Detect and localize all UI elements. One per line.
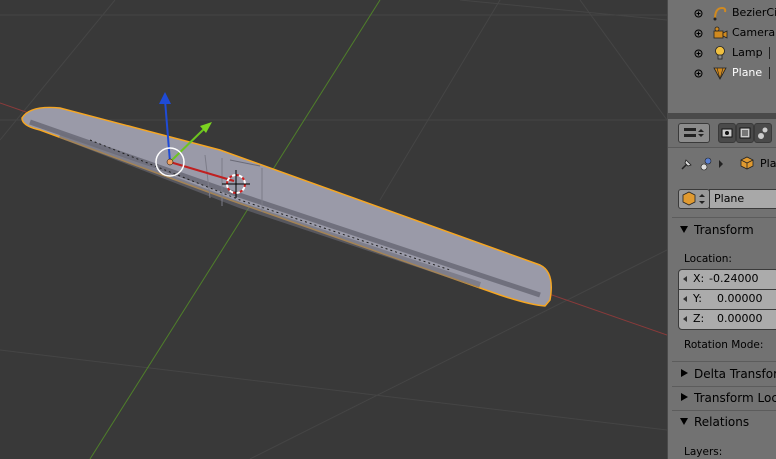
outliner-item-label: Camera: [732, 26, 776, 39]
scene-tab-button[interactable]: [754, 123, 772, 143]
location-y-label: Y:: [693, 292, 702, 305]
decrement-arrow-icon[interactable]: [683, 276, 687, 282]
curve-icon: [713, 6, 727, 21]
render-icon: [721, 128, 733, 138]
transform-panel-title: Transform: [694, 223, 754, 237]
location-z-label: Z:: [693, 312, 705, 325]
scene-icon: [758, 127, 768, 139]
relations-panel-header[interactable]: Relations: [672, 411, 776, 433]
object-name-value: Plane: [714, 192, 745, 205]
outliner-item-beziercircle[interactable]: BezierCir: [668, 3, 776, 23]
layers-label: Layers:: [684, 446, 723, 458]
object-icon: [740, 156, 754, 170]
pin-icon[interactable]: [680, 157, 694, 171]
breadcrumb-arrow-icon: [719, 160, 723, 168]
location-z-value: 0.00000: [717, 312, 763, 325]
panel-separator: [672, 361, 776, 362]
mesh-icon: [713, 67, 727, 80]
outliner-panel[interactable]: BezierCir Camera Lamp Plane: [667, 0, 776, 113]
object-name-field[interactable]: Plane: [709, 189, 776, 209]
properties-header: [668, 119, 776, 148]
relations-title: Relations: [694, 415, 750, 429]
viewport-canvas[interactable]: [0, 0, 667, 459]
location-label: Location:: [684, 253, 732, 265]
editor-type-button[interactable]: [678, 123, 710, 143]
object-origin: [166, 158, 174, 166]
3d-viewport[interactable]: [0, 0, 667, 459]
outliner-item-label: Plane: [732, 66, 763, 79]
delta-transform-panel-header[interactable]: Delta Transform: [672, 363, 776, 385]
right-region: BezierCir Camera Lamp Plane: [667, 0, 776, 459]
camera-icon: [713, 26, 728, 39]
outliner-item-lamp[interactable]: Lamp: [668, 43, 776, 63]
expanded-triangle-icon: [680, 226, 688, 233]
render-layers-tab-button[interactable]: [736, 123, 754, 143]
properties-editor[interactable]: Pla Plane Transform Location: X: -0.2400…: [667, 119, 776, 459]
object-browse-button[interactable]: [678, 189, 710, 209]
panel-separator: [672, 217, 776, 218]
location-z-field[interactable]: Z: 0.00000: [678, 309, 776, 330]
expand-icon[interactable]: [694, 29, 703, 38]
editor-type-icon: [684, 128, 704, 137]
restrict-divider: [769, 47, 770, 59]
expand-icon[interactable]: [694, 49, 703, 58]
expand-icon[interactable]: [694, 69, 703, 78]
rotation-mode-label: Rotation Mode:: [684, 339, 764, 351]
location-y-value: 0.00000: [717, 292, 763, 305]
object-icon: [682, 191, 705, 206]
lamp-icon: [715, 46, 725, 60]
decrement-arrow-icon[interactable]: [683, 296, 687, 302]
collapsed-triangle-icon: [681, 369, 688, 377]
render-tab-button[interactable]: [718, 123, 736, 143]
render-layers-icon: [739, 127, 751, 139]
transform-locks-title: Transform Locks: [694, 391, 776, 405]
outliner-item-plane[interactable]: Plane: [668, 63, 776, 83]
delta-transform-title: Delta Transform: [694, 367, 776, 381]
outliner-item-camera[interactable]: Camera: [668, 23, 776, 43]
breadcrumb-object-label: Pla: [760, 157, 776, 170]
outliner-item-label: Lamp: [732, 46, 763, 59]
transform-panel-header[interactable]: Transform: [672, 219, 776, 241]
decrement-arrow-icon[interactable]: [683, 316, 687, 322]
collapsed-triangle-icon: [681, 393, 688, 401]
location-x-value: -0.24000: [709, 272, 759, 285]
location-x-field[interactable]: X: -0.24000: [678, 269, 776, 290]
restrict-divider: [769, 67, 770, 79]
expand-icon[interactable]: [694, 9, 703, 18]
location-x-label: X:: [693, 272, 705, 285]
plane-object[interactable]: [21, 106, 552, 307]
z-manipulator-arrow[interactable]: [159, 92, 171, 104]
transform-locks-panel-header[interactable]: Transform Locks: [672, 387, 776, 409]
location-y-field[interactable]: Y: 0.00000: [678, 289, 776, 310]
outliner-item-label: BezierCir: [732, 6, 776, 19]
expanded-triangle-icon: [680, 418, 688, 425]
scene-data-icon: [700, 157, 712, 171]
